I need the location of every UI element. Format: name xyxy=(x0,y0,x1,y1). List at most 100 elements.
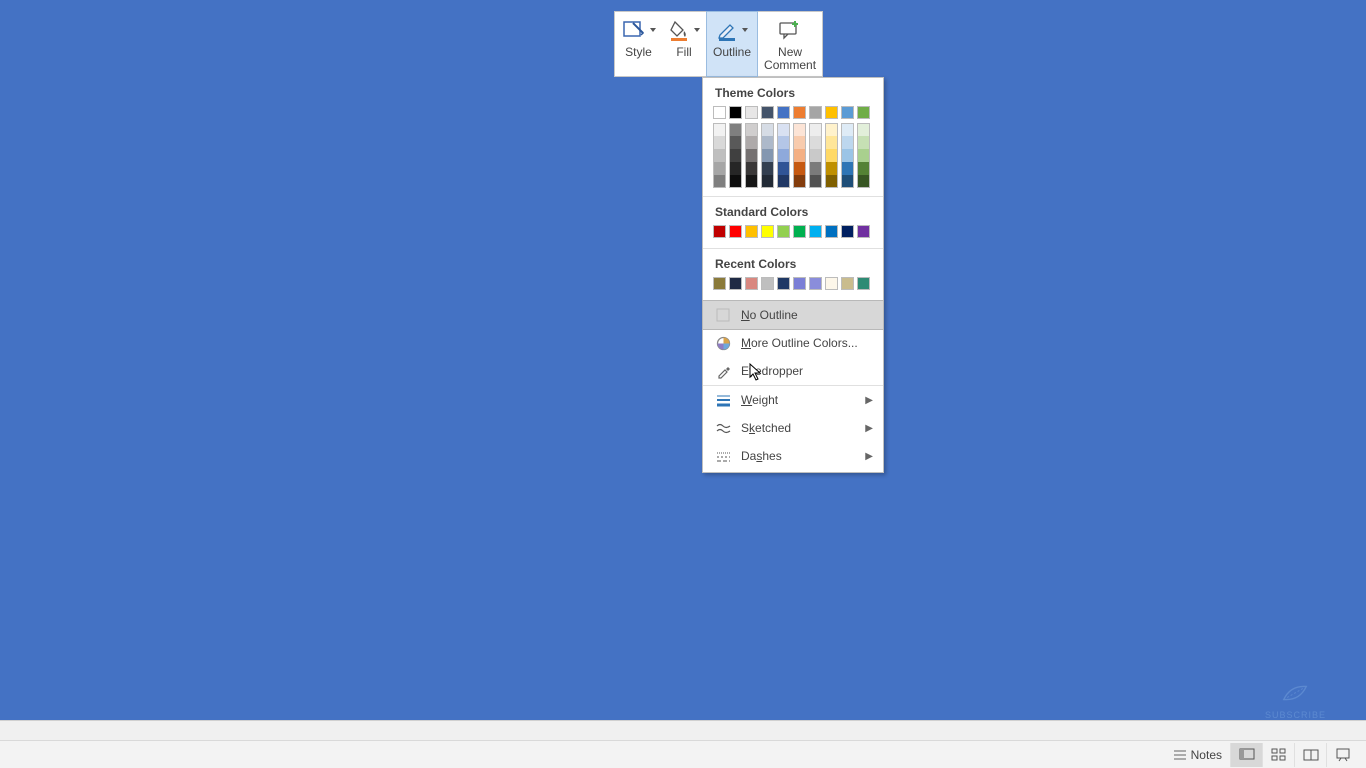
color-swatch[interactable] xyxy=(777,136,790,149)
standard-colors-row xyxy=(703,225,883,248)
color-swatch[interactable] xyxy=(809,175,822,188)
color-swatch[interactable] xyxy=(857,123,870,136)
color-swatch[interactable] xyxy=(841,136,854,149)
color-swatch[interactable] xyxy=(841,277,854,290)
more-colors-item[interactable]: More Outline Colors... xyxy=(703,329,883,357)
color-swatch[interactable] xyxy=(761,149,774,162)
color-swatch[interactable] xyxy=(729,175,742,188)
color-swatch[interactable] xyxy=(825,123,838,136)
color-swatch[interactable] xyxy=(729,162,742,175)
color-swatch[interactable] xyxy=(793,277,806,290)
color-swatch[interactable] xyxy=(793,136,806,149)
sketched-item[interactable]: Sketched ▶ xyxy=(703,414,883,442)
color-swatch[interactable] xyxy=(809,106,822,119)
mini-toolbar: Style Fill Outline New Comment xyxy=(614,11,823,77)
color-swatch[interactable] xyxy=(777,106,790,119)
color-swatch[interactable] xyxy=(857,136,870,149)
color-swatch[interactable] xyxy=(761,106,774,119)
color-swatch[interactable] xyxy=(841,225,854,238)
color-swatch[interactable] xyxy=(841,149,854,162)
outline-button[interactable]: Outline xyxy=(706,11,758,77)
color-swatch[interactable] xyxy=(761,136,774,149)
color-swatch[interactable] xyxy=(793,162,806,175)
color-swatch[interactable] xyxy=(825,136,838,149)
color-swatch[interactable] xyxy=(729,149,742,162)
theme-colors-title: Theme Colors xyxy=(703,78,883,106)
color-swatch[interactable] xyxy=(713,136,726,149)
color-swatch[interactable] xyxy=(745,277,758,290)
color-swatch[interactable] xyxy=(729,225,742,238)
color-swatch[interactable] xyxy=(745,162,758,175)
sketched-label: Sketched xyxy=(741,421,791,435)
color-swatch[interactable] xyxy=(745,136,758,149)
color-swatch[interactable] xyxy=(809,225,822,238)
color-swatch[interactable] xyxy=(857,162,870,175)
color-swatch[interactable] xyxy=(809,162,822,175)
color-swatch[interactable] xyxy=(713,175,726,188)
color-swatch[interactable] xyxy=(857,277,870,290)
color-swatch[interactable] xyxy=(745,106,758,119)
color-swatch[interactable] xyxy=(761,162,774,175)
color-swatch[interactable] xyxy=(745,175,758,188)
color-swatch[interactable] xyxy=(729,123,742,136)
color-swatch[interactable] xyxy=(809,277,822,290)
color-swatch[interactable] xyxy=(809,136,822,149)
reading-view-button[interactable] xyxy=(1294,743,1326,767)
color-swatch[interactable] xyxy=(825,106,838,119)
color-swatch[interactable] xyxy=(841,123,854,136)
color-swatch[interactable] xyxy=(745,123,758,136)
color-swatch[interactable] xyxy=(713,149,726,162)
color-swatch[interactable] xyxy=(825,225,838,238)
color-swatch[interactable] xyxy=(841,162,854,175)
color-swatch[interactable] xyxy=(857,175,870,188)
color-swatch[interactable] xyxy=(745,149,758,162)
color-swatch[interactable] xyxy=(761,277,774,290)
color-swatch[interactable] xyxy=(761,225,774,238)
color-swatch[interactable] xyxy=(825,175,838,188)
color-swatch[interactable] xyxy=(713,277,726,290)
color-swatch[interactable] xyxy=(713,123,726,136)
color-swatch[interactable] xyxy=(793,225,806,238)
slideshow-button[interactable] xyxy=(1326,743,1358,767)
color-swatch[interactable] xyxy=(841,175,854,188)
color-swatch[interactable] xyxy=(729,106,742,119)
color-swatch[interactable] xyxy=(857,225,870,238)
eyedropper-item[interactable]: Eyedropper xyxy=(703,357,883,385)
style-button[interactable]: Style xyxy=(615,12,662,76)
fill-button[interactable]: Fill xyxy=(662,12,706,76)
color-swatch[interactable] xyxy=(825,162,838,175)
color-swatch[interactable] xyxy=(793,149,806,162)
color-swatch[interactable] xyxy=(713,106,726,119)
slide-sorter-button[interactable] xyxy=(1262,743,1294,767)
color-swatch[interactable] xyxy=(777,162,790,175)
notes-button[interactable]: Notes xyxy=(1165,744,1230,766)
normal-view-button[interactable] xyxy=(1230,743,1262,767)
color-swatch[interactable] xyxy=(793,123,806,136)
color-swatch[interactable] xyxy=(729,136,742,149)
color-swatch[interactable] xyxy=(777,175,790,188)
color-swatch[interactable] xyxy=(809,149,822,162)
weight-item[interactable]: Weight ▶ xyxy=(703,386,883,414)
color-swatch[interactable] xyxy=(713,162,726,175)
color-swatch[interactable] xyxy=(825,277,838,290)
dashes-item[interactable]: Dashes ▶ xyxy=(703,442,883,470)
color-swatch[interactable] xyxy=(841,106,854,119)
color-swatch[interactable] xyxy=(809,123,822,136)
color-swatch[interactable] xyxy=(761,175,774,188)
color-swatch[interactable] xyxy=(825,149,838,162)
color-swatch[interactable] xyxy=(857,149,870,162)
color-swatch[interactable] xyxy=(777,149,790,162)
color-swatch[interactable] xyxy=(857,106,870,119)
color-swatch[interactable] xyxy=(777,225,790,238)
color-swatch[interactable] xyxy=(793,175,806,188)
color-swatch[interactable] xyxy=(777,123,790,136)
subscribe-text: SUBSCRIBE xyxy=(1265,710,1326,720)
color-swatch[interactable] xyxy=(761,123,774,136)
color-swatch[interactable] xyxy=(713,225,726,238)
color-swatch[interactable] xyxy=(729,277,742,290)
color-swatch[interactable] xyxy=(745,225,758,238)
no-outline-item[interactable]: No Outline xyxy=(702,300,884,330)
color-swatch[interactable] xyxy=(793,106,806,119)
color-swatch[interactable] xyxy=(777,277,790,290)
new-comment-button[interactable]: New Comment xyxy=(758,12,822,76)
